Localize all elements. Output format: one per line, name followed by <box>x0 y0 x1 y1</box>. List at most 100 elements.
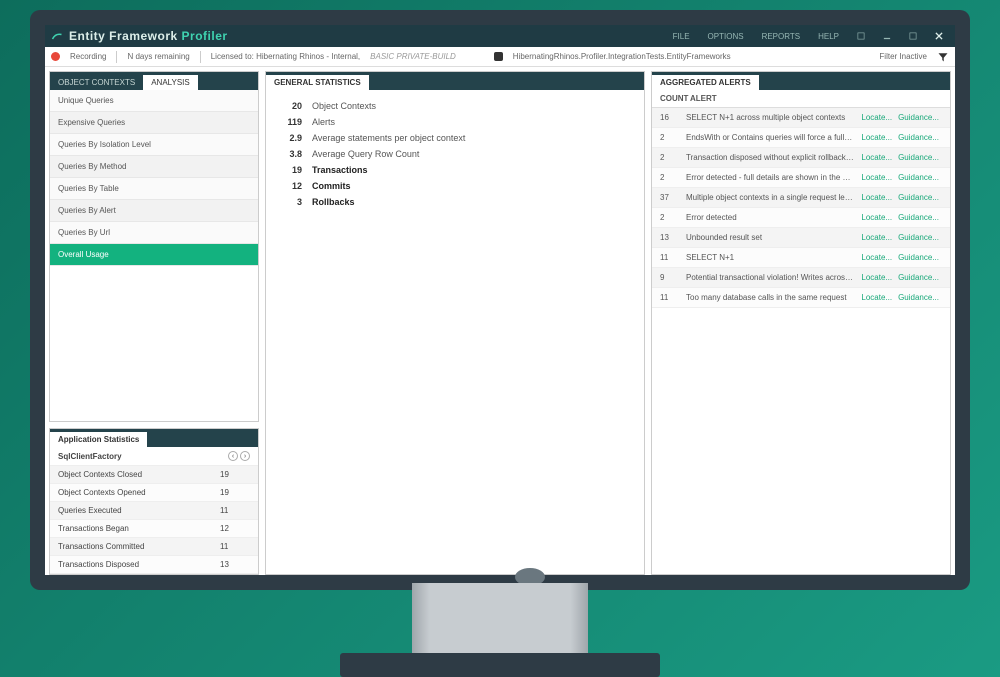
alert-row[interactable]: 2EndsWith or Contains queries will force… <box>652 128 950 148</box>
alert-locate-link[interactable]: Locate... <box>858 193 895 202</box>
days-remaining: N days remaining <box>127 52 189 61</box>
alert-guidance-link[interactable]: Guidance... <box>895 173 942 182</box>
general-statistics-header-label: GENERAL STATISTICS <box>266 75 369 90</box>
sidebar: OBJECT CONTEXTS ANALYSIS Unique Queries … <box>49 71 259 575</box>
alert-locate-link[interactable]: Locate... <box>858 113 895 122</box>
alert-guidance-link[interactable]: Guidance... <box>895 293 942 302</box>
body: OBJECT CONTEXTS ANALYSIS Unique Queries … <box>45 67 955 575</box>
alert-guidance-link[interactable]: Guidance... <box>895 113 942 122</box>
gs-row: 12Commits <box>278 178 632 194</box>
alert-message: Transaction disposed without explicit ro… <box>686 153 858 162</box>
sidebar-item-queries-by-table[interactable]: Queries By Table <box>50 178 258 200</box>
statusbar: Recording N days remaining Licensed to: … <box>45 47 955 67</box>
stat-row: Transactions Disposed13 <box>50 556 258 574</box>
alert-message: Too many database calls in the same requ… <box>686 293 858 302</box>
alert-row[interactable]: 11SELECT N+1Locate...Guidance... <box>652 248 950 268</box>
alert-message: SELECT N+1 across multiple object contex… <box>686 113 858 122</box>
gs-row: 119Alerts <box>278 114 632 130</box>
alert-row[interactable]: 13Unbounded result setLocate...Guidance.… <box>652 228 950 248</box>
stat-row: Object Contexts Closed19 <box>50 466 258 484</box>
nav-prev-icon[interactable]: ‹ <box>228 451 238 461</box>
gs-label: Average Query Row Count <box>312 149 419 159</box>
alert-locate-link[interactable]: Locate... <box>858 293 895 302</box>
gs-label: Transactions <box>312 165 368 175</box>
sidebar-item-queries-by-isolation[interactable]: Queries By Isolation Level <box>50 134 258 156</box>
alert-locate-link[interactable]: Locate... <box>858 233 895 242</box>
stat-key: Object Contexts Opened <box>58 488 220 497</box>
gs-num: 20 <box>278 101 302 111</box>
recording-icon[interactable] <box>51 52 60 61</box>
alert-guidance-link[interactable]: Guidance... <box>895 253 942 262</box>
alert-guidance-link[interactable]: Guidance... <box>895 193 942 202</box>
alert-locate-link[interactable]: Locate... <box>858 253 895 262</box>
recording-label: Recording <box>70 52 106 61</box>
alert-locate-link[interactable]: Locate... <box>858 273 895 282</box>
gs-label: Commits <box>312 181 351 191</box>
stat-value: 11 <box>220 506 250 515</box>
tab-object-contexts[interactable]: OBJECT CONTEXTS <box>50 75 143 90</box>
stat-value: 12 <box>220 524 250 533</box>
sidebar-item-overall-usage[interactable]: Overall Usage <box>50 244 258 266</box>
alert-message: Unbounded result set <box>686 233 858 242</box>
alert-row[interactable]: 2Transaction disposed without explicit r… <box>652 148 950 168</box>
sidebar-list: Unique Queries Expensive Queries Queries… <box>50 90 258 266</box>
menu-reports[interactable]: REPORTS <box>756 32 807 41</box>
window-maximize-icon[interactable] <box>903 28 923 44</box>
window-pin-icon[interactable] <box>851 28 871 44</box>
database-icon <box>494 52 503 61</box>
app-statistics-header-label: Application Statistics <box>50 432 147 447</box>
sidebar-tabs: OBJECT CONTEXTS ANALYSIS <box>50 72 258 90</box>
sidebar-item-expensive-queries[interactable]: Expensive Queries <box>50 112 258 134</box>
col-count: COUNT <box>660 94 690 103</box>
sidebar-item-queries-by-method[interactable]: Queries By Method <box>50 156 258 178</box>
menu-help[interactable]: HELP <box>812 32 845 41</box>
gs-row: 3.8Average Query Row Count <box>278 146 632 162</box>
license-text: Licensed to: Hibernating Rhinos - Intern… <box>211 52 360 61</box>
alert-count: 9 <box>660 273 686 282</box>
filter-icon[interactable] <box>937 51 949 63</box>
alert-count: 16 <box>660 113 686 122</box>
alert-row[interactable]: 9Potential transactional violation! Writ… <box>652 268 950 288</box>
alert-row[interactable]: 2Error detectedLocate...Guidance... <box>652 208 950 228</box>
alert-row[interactable]: 2Error detected - full details are shown… <box>652 168 950 188</box>
alert-locate-link[interactable]: Locate... <box>858 153 895 162</box>
sidebar-item-queries-by-alert[interactable]: Queries By Alert <box>50 200 258 222</box>
tab-analysis[interactable]: ANALYSIS <box>143 75 198 90</box>
app-title: Entity Framework Profiler <box>69 29 228 43</box>
nav-next-icon[interactable]: › <box>240 451 250 461</box>
aggregated-alerts-panel: AGGREGATED ALERTS COUNT ALERT 16SELECT N… <box>651 71 951 575</box>
stat-row: Object Contexts Opened19 <box>50 484 258 502</box>
sidebar-item-queries-by-url[interactable]: Queries By Url <box>50 222 258 244</box>
alert-locate-link[interactable]: Locate... <box>858 173 895 182</box>
general-statistics-panel: GENERAL STATISTICS 20Object Contexts 119… <box>265 71 645 575</box>
alert-guidance-link[interactable]: Guidance... <box>895 233 942 242</box>
gs-num: 19 <box>278 165 302 175</box>
gs-label: Rollbacks <box>312 197 355 207</box>
alert-guidance-link[interactable]: Guidance... <box>895 273 942 282</box>
alert-guidance-link[interactable]: Guidance... <box>895 213 942 222</box>
alert-message: Multiple object contexts in a single req… <box>686 193 858 202</box>
alert-row[interactable]: 16SELECT N+1 across multiple object cont… <box>652 108 950 128</box>
stat-key: Object Contexts Closed <box>58 470 220 479</box>
alert-row[interactable]: 11Too many database calls in the same re… <box>652 288 950 308</box>
sidebar-item-unique-queries[interactable]: Unique Queries <box>50 90 258 112</box>
stat-key: Transactions Disposed <box>58 560 220 569</box>
aggregated-alerts-header: AGGREGATED ALERTS <box>652 72 950 90</box>
app-statistics-group-title[interactable]: SqlClientFactory ‹ › <box>50 447 258 466</box>
window-minimize-icon[interactable] <box>877 28 897 44</box>
alert-locate-link[interactable]: Locate... <box>858 133 895 142</box>
menu-options[interactable]: OPTIONS <box>702 32 750 41</box>
filter-status: Filter Inactive <box>879 52 927 61</box>
alert-count: 2 <box>660 133 686 142</box>
alert-locate-link[interactable]: Locate... <box>858 213 895 222</box>
alert-guidance-link[interactable]: Guidance... <box>895 153 942 162</box>
menu-file[interactable]: FILE <box>667 32 696 41</box>
alert-row[interactable]: 37Multiple object contexts in a single r… <box>652 188 950 208</box>
window-close-icon[interactable] <box>929 28 949 44</box>
stat-value: 11 <box>220 542 250 551</box>
gs-row: 20Object Contexts <box>278 98 632 114</box>
stat-row: Transactions Committed11 <box>50 538 258 556</box>
sidebar-blank <box>50 266 258 421</box>
general-statistics-body: 20Object Contexts 119Alerts 2.9Average s… <box>266 90 644 218</box>
alert-guidance-link[interactable]: Guidance... <box>895 133 942 142</box>
